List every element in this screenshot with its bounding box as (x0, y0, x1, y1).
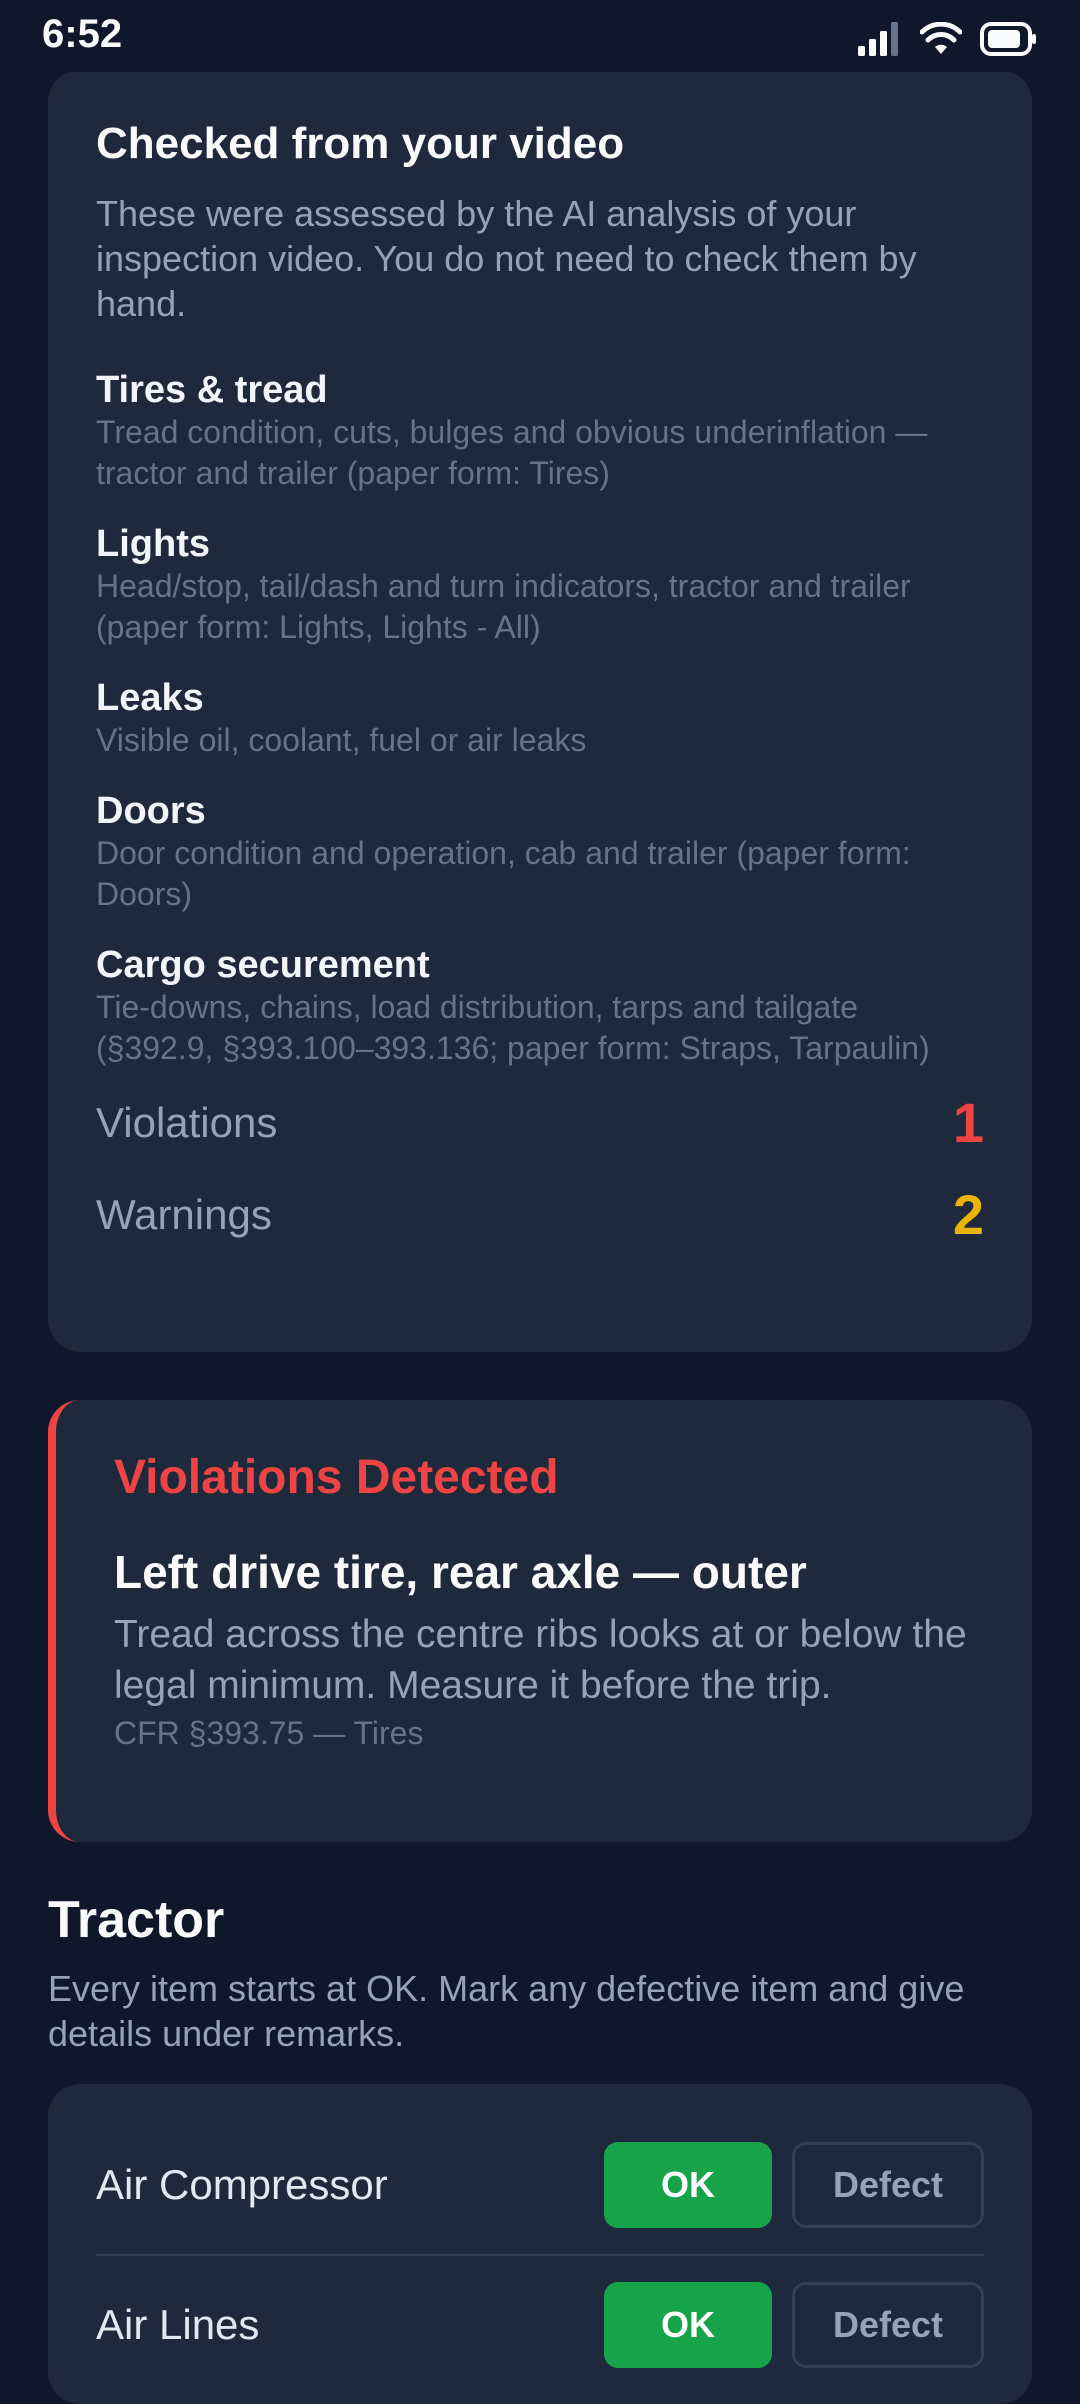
tractor-section-title: Tractor (48, 1891, 225, 1949)
check-item-title: Doors (96, 789, 206, 832)
warnings-label: Warnings (96, 1190, 272, 1238)
check-item-title: Leaks (96, 676, 204, 719)
check-item-desc: Head/stop, tail/dash and turn indicators… (96, 567, 911, 645)
wifi-icon (920, 22, 962, 54)
inspection-row: Air Lines OK Defect (96, 2256, 984, 2394)
inspection-row: Air Compressor OK Defect (96, 2116, 984, 2256)
violations-label: Violations (96, 1098, 278, 1146)
check-item-title: Lights (96, 522, 210, 565)
ok-defect-toggle: OK Defect (604, 2282, 984, 2368)
defect-button[interactable]: Defect (792, 2142, 984, 2228)
warnings-count: 2 (952, 1183, 984, 1247)
violations-count: 1 (952, 1091, 984, 1155)
tractor-section-desc: Every item starts at OK. Mark any defect… (48, 1968, 965, 2054)
violation-item-reference: CFR §393.75 — Tires (114, 1715, 424, 1751)
check-item-desc: Tread condition, cuts, bulges and obviou… (96, 413, 928, 491)
violations-stat-row: Violations 1 (96, 1077, 984, 1169)
check-item: Doors Door condition and operation, cab … (96, 789, 984, 915)
violation-item-title: Left drive tire, rear axle — outer (114, 1546, 807, 1598)
warnings-stat-row: Warnings 2 (96, 1169, 984, 1261)
checked-card-title: Checked from your video (96, 119, 625, 168)
violations-heading: Violations Detected (114, 1451, 559, 1504)
check-item: Cargo securement Tie-downs, chains, load… (96, 943, 984, 1069)
violations-detected-card: Violations Detected Left drive tire, rea… (48, 1400, 1032, 1842)
status-time: 6:52 (42, 12, 123, 56)
check-item-title: Tires & tread (96, 368, 328, 411)
defect-button[interactable]: Defect (792, 2282, 984, 2368)
inspection-item-label: Air Lines (96, 2301, 260, 2348)
status-icons (858, 22, 1038, 56)
check-item: Leaks Visible oil, coolant, fuel or air … (96, 676, 984, 761)
check-item: Lights Head/stop, tail/dash and turn ind… (96, 522, 984, 648)
status-bar: 6:52 (0, 0, 1080, 72)
battery-icon (980, 22, 1036, 56)
ok-button[interactable]: OK (604, 2142, 772, 2228)
signal-icon (858, 22, 898, 56)
checked-from-video-card: Checked from your video These were asses… (48, 70, 1032, 1352)
violation-item-desc: Tread across the centre ribs looks at or… (114, 1613, 967, 1707)
inspection-item-label: Air Compressor (96, 2161, 388, 2208)
ok-button[interactable]: OK (604, 2282, 772, 2368)
ok-defect-toggle: OK Defect (604, 2142, 984, 2228)
tractor-checklist-card: Air Compressor OK Defect Air Lines OK De… (48, 2084, 1032, 2404)
checked-card-intro: These were assessed by the AI analysis o… (96, 192, 917, 324)
check-item: Tires & tread Tread condition, cuts, bul… (96, 368, 984, 494)
check-item-desc: Visible oil, coolant, fuel or air leaks (96, 721, 587, 758)
check-item-desc: Door condition and operation, cab and tr… (96, 834, 911, 912)
check-item-desc: Tie-downs, chains, load distribution, ta… (96, 988, 930, 1066)
check-item-title: Cargo securement (96, 943, 430, 986)
